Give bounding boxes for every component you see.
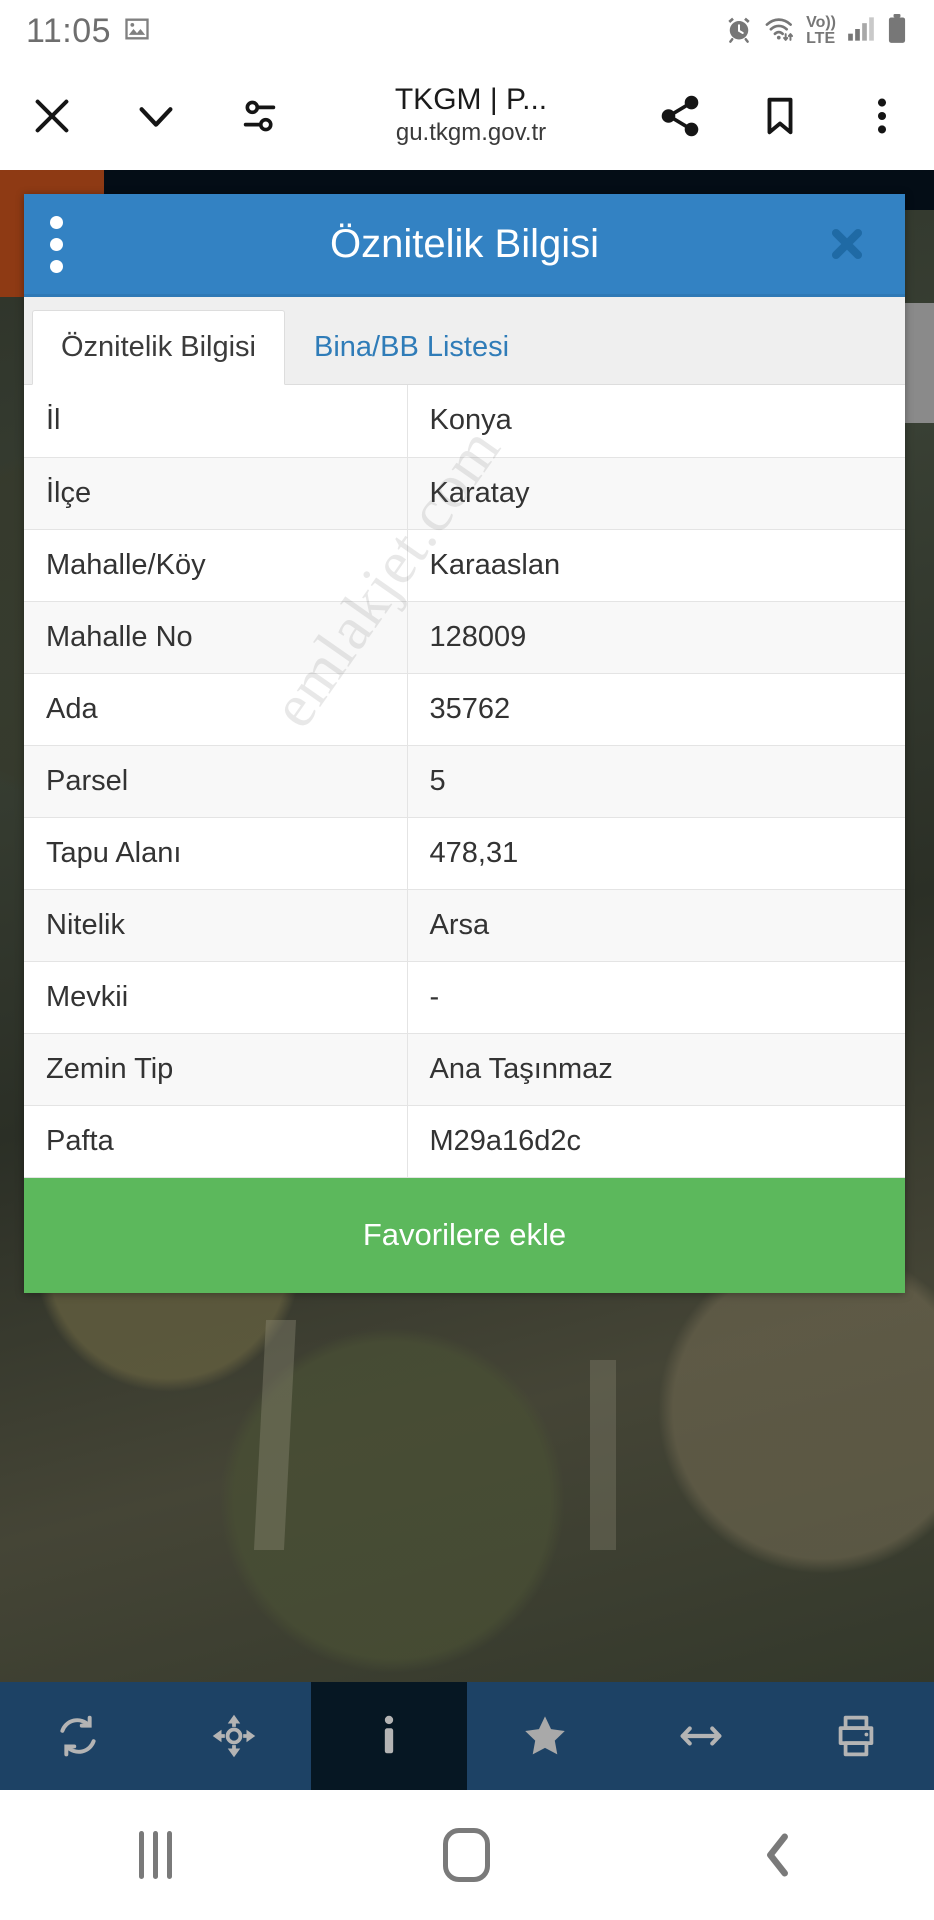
status-bar-left: 11:05 xyxy=(26,12,151,51)
volte-bottom-label: LTE xyxy=(806,30,836,47)
page-settings-icon[interactable] xyxy=(208,93,312,139)
map-gray-area xyxy=(902,303,934,423)
info-icon[interactable] xyxy=(311,1682,468,1790)
table-row: Pafta M29a16d2c xyxy=(24,1105,905,1178)
map-road-b xyxy=(590,1360,616,1550)
close-icon[interactable] xyxy=(0,93,104,139)
attribute-key: Zemin Tip xyxy=(24,1033,408,1106)
add-to-favorites-button[interactable]: Favorilere ekle xyxy=(24,1177,905,1293)
home-icon[interactable] xyxy=(311,1828,622,1882)
wifi-icon xyxy=(764,14,796,49)
table-row: İlçe Karatay xyxy=(24,457,905,530)
locate-icon[interactable] xyxy=(156,1682,312,1790)
attribute-key: Mahalle No xyxy=(24,601,408,674)
overflow-menu-icon[interactable] xyxy=(830,93,934,139)
attribute-key: Parsel xyxy=(24,745,408,818)
status-bar-right: Vo)) LTE xyxy=(724,13,908,49)
dialog-tabs: Öznitelik Bilgisi Bina/BB Listesi xyxy=(24,297,905,385)
attribute-key: Ada xyxy=(24,673,408,746)
close-icon[interactable] xyxy=(823,220,871,268)
table-row: Mahalle/Köy Karaaslan xyxy=(24,529,905,602)
kebab-menu-icon[interactable] xyxy=(50,215,68,273)
attribute-key: İl xyxy=(24,385,408,458)
attribute-info-dialog: Öznitelik Bilgisi Öznitelik Bilgisi Bina… xyxy=(24,194,905,1293)
attribute-value: 35762 xyxy=(407,673,905,746)
refresh-icon[interactable] xyxy=(0,1682,156,1790)
attribute-key: İlçe xyxy=(24,457,408,530)
volte-top-label: Vo)) xyxy=(806,14,836,31)
attribute-value: Karatay xyxy=(407,457,905,530)
attribute-value: Konya xyxy=(407,385,905,458)
share-icon[interactable] xyxy=(630,93,730,139)
page-title: TKGM | P... xyxy=(394,83,548,117)
attribute-value: M29a16d2c xyxy=(407,1105,905,1178)
alarm-icon xyxy=(724,14,754,49)
status-clock: 11:05 xyxy=(26,11,112,50)
dialog-header: Öznitelik Bilgisi xyxy=(24,194,905,297)
image-icon xyxy=(123,15,151,48)
attribute-value: 128009 xyxy=(407,601,905,674)
attribute-value: 478,31 xyxy=(407,817,905,890)
recents-icon[interactable] xyxy=(0,1831,311,1879)
tab-bina-bb-listesi[interactable]: Bina/BB Listesi xyxy=(285,309,538,384)
attribute-value: Ana Taşınmaz xyxy=(407,1033,905,1106)
attribute-key: Mahalle/Köy xyxy=(24,529,408,602)
volte-icon: Vo)) LTE xyxy=(806,15,836,47)
status-bar: 11:05 Vo)) LTE xyxy=(0,0,934,62)
print-icon[interactable] xyxy=(778,1682,934,1790)
star-icon[interactable] xyxy=(467,1682,623,1790)
table-row: Zemin Tip Ana Taşınmaz xyxy=(24,1033,905,1106)
battery-icon xyxy=(886,13,908,49)
tab-oznitelik-bilgisi[interactable]: Öznitelik Bilgisi xyxy=(32,310,285,385)
attribute-key: Tapu Alanı xyxy=(24,817,408,890)
attribute-key: Pafta xyxy=(24,1105,408,1178)
browser-toolbar: TKGM | P... gu.tkgm.gov.tr xyxy=(0,62,934,170)
attribute-value: Karaaslan xyxy=(407,529,905,602)
address-bar[interactable]: TKGM | P... gu.tkgm.gov.tr xyxy=(312,84,630,148)
android-navigation-bar xyxy=(0,1790,934,1920)
tab-label: Bina/BB Listesi xyxy=(314,330,510,363)
bookmark-icon[interactable] xyxy=(730,93,830,139)
table-row: Mevkii - xyxy=(24,961,905,1034)
dialog-title: Öznitelik Bilgisi xyxy=(330,221,599,266)
attribute-key: Nitelik xyxy=(24,889,408,962)
table-row: Mahalle No 128009 xyxy=(24,601,905,674)
attribute-value: - xyxy=(407,961,905,1034)
signal-icon xyxy=(846,15,876,48)
table-row: Nitelik Arsa xyxy=(24,889,905,962)
attribute-key: Mevkii xyxy=(24,961,408,1034)
tab-label: Öznitelik Bilgisi xyxy=(61,331,256,363)
page-url: gu.tkgm.gov.tr xyxy=(395,118,547,146)
back-icon[interactable] xyxy=(623,1828,934,1882)
attribute-table: İl Konya İlçe Karatay Mahalle/Köy Karaas… xyxy=(24,385,905,1178)
attribute-value: 5 xyxy=(407,745,905,818)
table-row: Tapu Alanı 478,31 xyxy=(24,817,905,890)
map-app-toolbar xyxy=(0,1682,934,1790)
table-row: Parsel 5 xyxy=(24,745,905,818)
attribute-value: Arsa xyxy=(407,889,905,962)
table-row: İl Konya xyxy=(24,385,905,458)
chevron-down-icon[interactable] xyxy=(104,93,208,139)
measure-icon[interactable] xyxy=(623,1682,779,1790)
table-row: Ada 35762 xyxy=(24,673,905,746)
